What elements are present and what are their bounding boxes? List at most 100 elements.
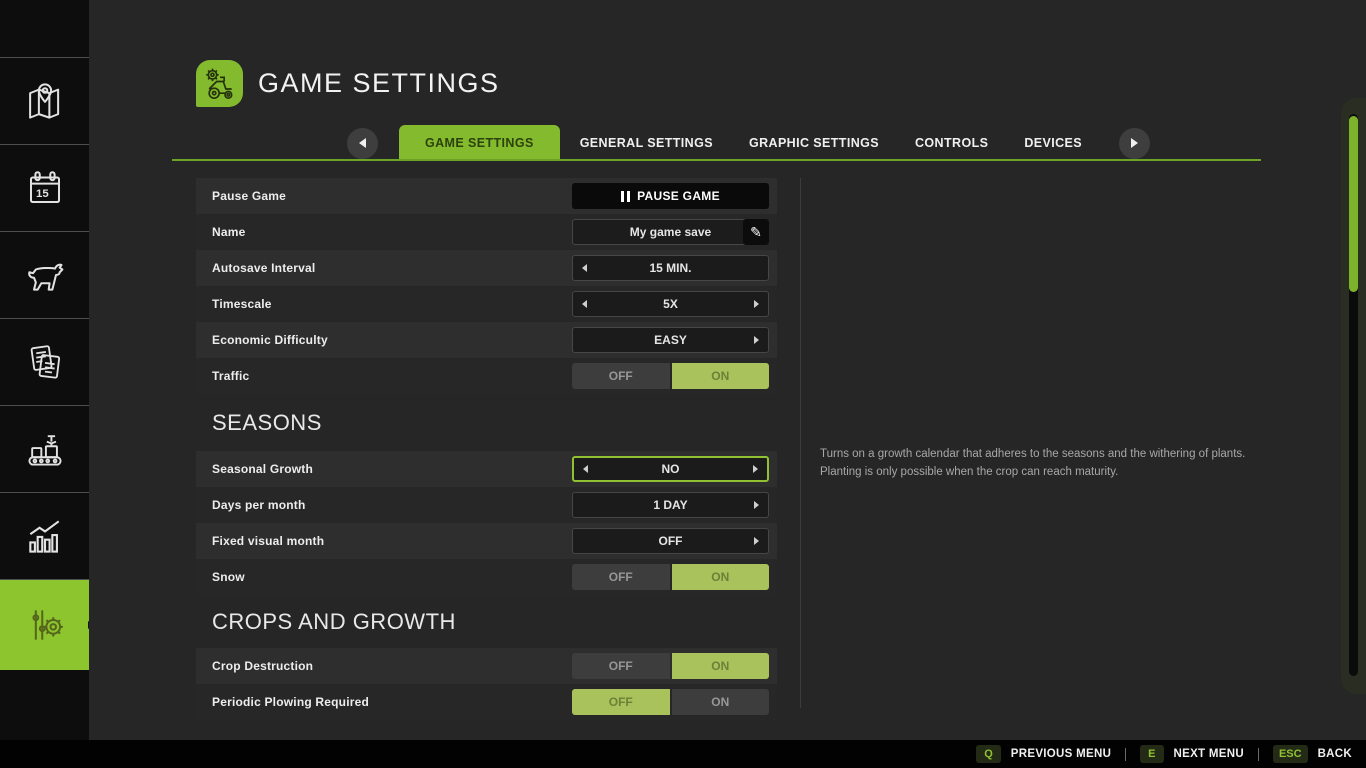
setting-row-seasonal-growth: Seasonal Growth NO	[196, 451, 777, 487]
statistics-icon	[23, 514, 67, 558]
tab-controls[interactable]: CONTROLS	[897, 125, 1006, 161]
traffic-control: OFF ON	[572, 363, 769, 389]
next-menu-hint: NEXT MENU	[1174, 748, 1244, 760]
sidebar-item-statistics[interactable]	[0, 493, 89, 580]
hint-separator	[1258, 748, 1259, 761]
snow-toggle[interactable]: OFF ON	[572, 564, 769, 590]
toggle-on-option[interactable]: ON	[672, 653, 770, 679]
sidebar-item-settings-active[interactable]	[0, 580, 89, 670]
pause-icon	[621, 191, 630, 202]
back-hint: BACK	[1318, 748, 1352, 760]
days-per-month-control: 1 DAY	[572, 492, 769, 518]
sidebar-item-finances[interactable]	[0, 319, 89, 406]
sidebar-item-production[interactable]	[0, 406, 89, 493]
tab-graphic-settings[interactable]: GRAPHIC SETTINGS	[731, 125, 897, 161]
decrease-arrow-icon[interactable]	[583, 465, 588, 473]
tab-devices[interactable]: DEVICES	[1006, 125, 1100, 161]
scrollbar-track[interactable]	[1349, 114, 1358, 676]
sidebar-item-animals[interactable]	[0, 232, 89, 319]
economic-difficulty-control: EASY	[572, 327, 769, 353]
tabs-next-button[interactable]	[1119, 128, 1150, 159]
setting-row-timescale: Timescale 5X	[196, 286, 777, 322]
fixed-visual-month-selector[interactable]: OFF	[572, 528, 769, 554]
timescale-selector[interactable]: 5X	[572, 291, 769, 317]
savegame-name-input[interactable]: My game save	[572, 219, 769, 245]
setting-row-autosave: Autosave Interval 15 MIN.	[196, 250, 777, 286]
increase-arrow-icon[interactable]	[753, 465, 758, 473]
settings-sliders-icon	[23, 603, 67, 647]
timescale-control: 5X	[572, 291, 769, 317]
increase-arrow-icon[interactable]	[754, 336, 759, 344]
toggle-off-option[interactable]: OFF	[572, 363, 670, 389]
increase-arrow-icon[interactable]	[754, 501, 759, 509]
sidebar-spacer	[0, 0, 89, 58]
tab-general-settings[interactable]: GENERAL SETTINGS	[562, 125, 731, 161]
autosave-selector[interactable]: 15 MIN.	[572, 255, 769, 281]
crop-destruction-toggle[interactable]: OFF ON	[572, 653, 769, 679]
pause-game-control: PAUSE GAME	[572, 183, 769, 209]
key-e-badge: E	[1140, 745, 1163, 763]
tab-underline	[172, 159, 1261, 161]
pencil-icon: ✎	[750, 224, 762, 241]
footer-hint-bar: Q PREVIOUS MENU E NEXT MENU ESC BACK	[0, 740, 1366, 768]
setting-label: Days per month	[196, 498, 306, 512]
setting-row-traffic: Traffic OFF ON	[196, 358, 777, 394]
toggle-off-option[interactable]: OFF	[572, 564, 670, 590]
sidebar-item-calendar[interactable]: 15	[0, 145, 89, 232]
toggle-off-option[interactable]: OFF	[572, 689, 670, 715]
game-settings-screen: 15	[0, 0, 1366, 768]
key-q-badge: Q	[976, 745, 1001, 763]
setting-label: Timescale	[196, 297, 272, 311]
svg-text:15: 15	[36, 188, 49, 200]
pause-game-button[interactable]: PAUSE GAME	[572, 183, 769, 209]
scrollbar-thumb[interactable]	[1349, 116, 1358, 292]
game-settings-app-icon	[196, 60, 243, 107]
calendar-icon: 15	[24, 167, 66, 209]
section-header-crops: CROPS AND GROWTH	[196, 595, 777, 648]
hint-separator	[1125, 748, 1126, 761]
setting-label: Seasonal Growth	[196, 462, 313, 476]
economic-difficulty-selector[interactable]: EASY	[572, 327, 769, 353]
decrease-arrow-icon[interactable]	[582, 300, 587, 308]
increase-arrow-icon[interactable]	[754, 300, 759, 308]
setting-label: Crop Destruction	[196, 659, 313, 673]
content-divider	[800, 178, 801, 708]
scrollbar	[1341, 98, 1366, 694]
key-esc-badge: ESC	[1273, 745, 1308, 763]
seasonal-growth-control: NO	[572, 456, 769, 482]
tabs-prev-button[interactable]	[347, 128, 378, 159]
setting-label: Economic Difficulty	[196, 333, 328, 347]
tab-bar: GAME SETTINGS GENERAL SETTINGS GRAPHIC S…	[347, 125, 1150, 161]
setting-label: Autosave Interval	[196, 261, 315, 275]
cow-icon	[23, 253, 67, 297]
setting-row-economic-difficulty: Economic Difficulty EASY	[196, 322, 777, 358]
toggle-off-option[interactable]: OFF	[572, 653, 670, 679]
setting-row-snow: Snow OFF ON	[196, 559, 777, 595]
tab-game-settings[interactable]: GAME SETTINGS	[399, 125, 560, 161]
edit-name-button[interactable]: ✎	[743, 219, 769, 245]
traffic-toggle[interactable]: OFF ON	[572, 363, 769, 389]
documents-icon	[24, 341, 66, 383]
toggle-on-option[interactable]: ON	[672, 564, 770, 590]
sidebar-item-map[interactable]	[0, 58, 89, 145]
section-header-seasons: SEASONS	[196, 394, 777, 451]
periodic-plowing-control: OFF ON	[572, 689, 769, 715]
periodic-plowing-toggle[interactable]: OFF ON	[572, 689, 769, 715]
setting-row-crop-destruction: Crop Destruction OFF ON	[196, 648, 777, 684]
toggle-on-option[interactable]: ON	[672, 689, 770, 715]
setting-label: Fixed visual month	[196, 534, 324, 548]
name-control: My game save ✎	[572, 219, 769, 245]
toggle-on-option[interactable]: ON	[672, 363, 770, 389]
days-per-month-selector[interactable]: 1 DAY	[572, 492, 769, 518]
decrease-arrow-icon[interactable]	[582, 264, 587, 272]
increase-arrow-icon[interactable]	[754, 537, 759, 545]
setting-row-periodic-plowing: Periodic Plowing Required OFF ON	[196, 684, 777, 720]
settings-list: Pause Game PAUSE GAME Name My game save …	[196, 178, 777, 720]
sidebar-nav: 15	[0, 0, 89, 740]
setting-row-name: Name My game save ✎	[196, 214, 777, 250]
setting-row-fixed-visual-month: Fixed visual month OFF	[196, 523, 777, 559]
setting-label: Name	[196, 225, 245, 239]
map-icon	[24, 80, 66, 122]
seasonal-growth-selector[interactable]: NO	[572, 456, 769, 482]
chevron-right-icon	[1131, 138, 1138, 148]
